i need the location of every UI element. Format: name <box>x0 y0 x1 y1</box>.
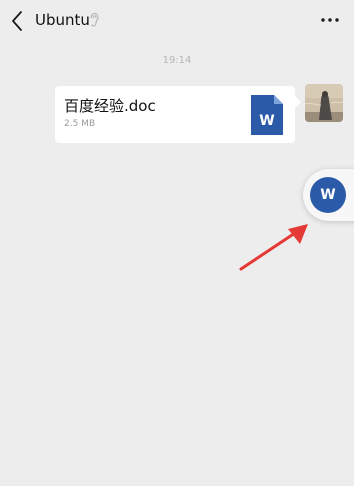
word-floating-icon: W <box>310 177 346 213</box>
floating-window-button[interactable]: W <box>303 169 354 221</box>
avatar-image <box>305 84 343 122</box>
file-message-bubble[interactable]: 百度经验.doc 2.5 MB W <box>55 86 295 143</box>
back-button[interactable] <box>6 8 30 34</box>
page-title: Ubuntu <box>35 11 90 29</box>
chevron-left-icon <box>12 11 22 31</box>
avatar[interactable] <box>305 84 343 122</box>
word-icon-letter: W <box>259 113 274 129</box>
more-dots-icon <box>321 18 339 22</box>
bubble-tail <box>295 96 301 108</box>
file-size: 2.5 MB <box>64 119 96 129</box>
chat-header: Ubuntu <box>0 0 354 42</box>
word-document-icon: W <box>251 95 283 135</box>
message-timestamp: 19:14 <box>162 55 192 66</box>
more-options-button[interactable] <box>318 10 342 30</box>
ear-icon <box>90 12 99 27</box>
red-arrow-annotation <box>239 224 308 271</box>
file-name: 百度经验.doc <box>64 97 156 115</box>
